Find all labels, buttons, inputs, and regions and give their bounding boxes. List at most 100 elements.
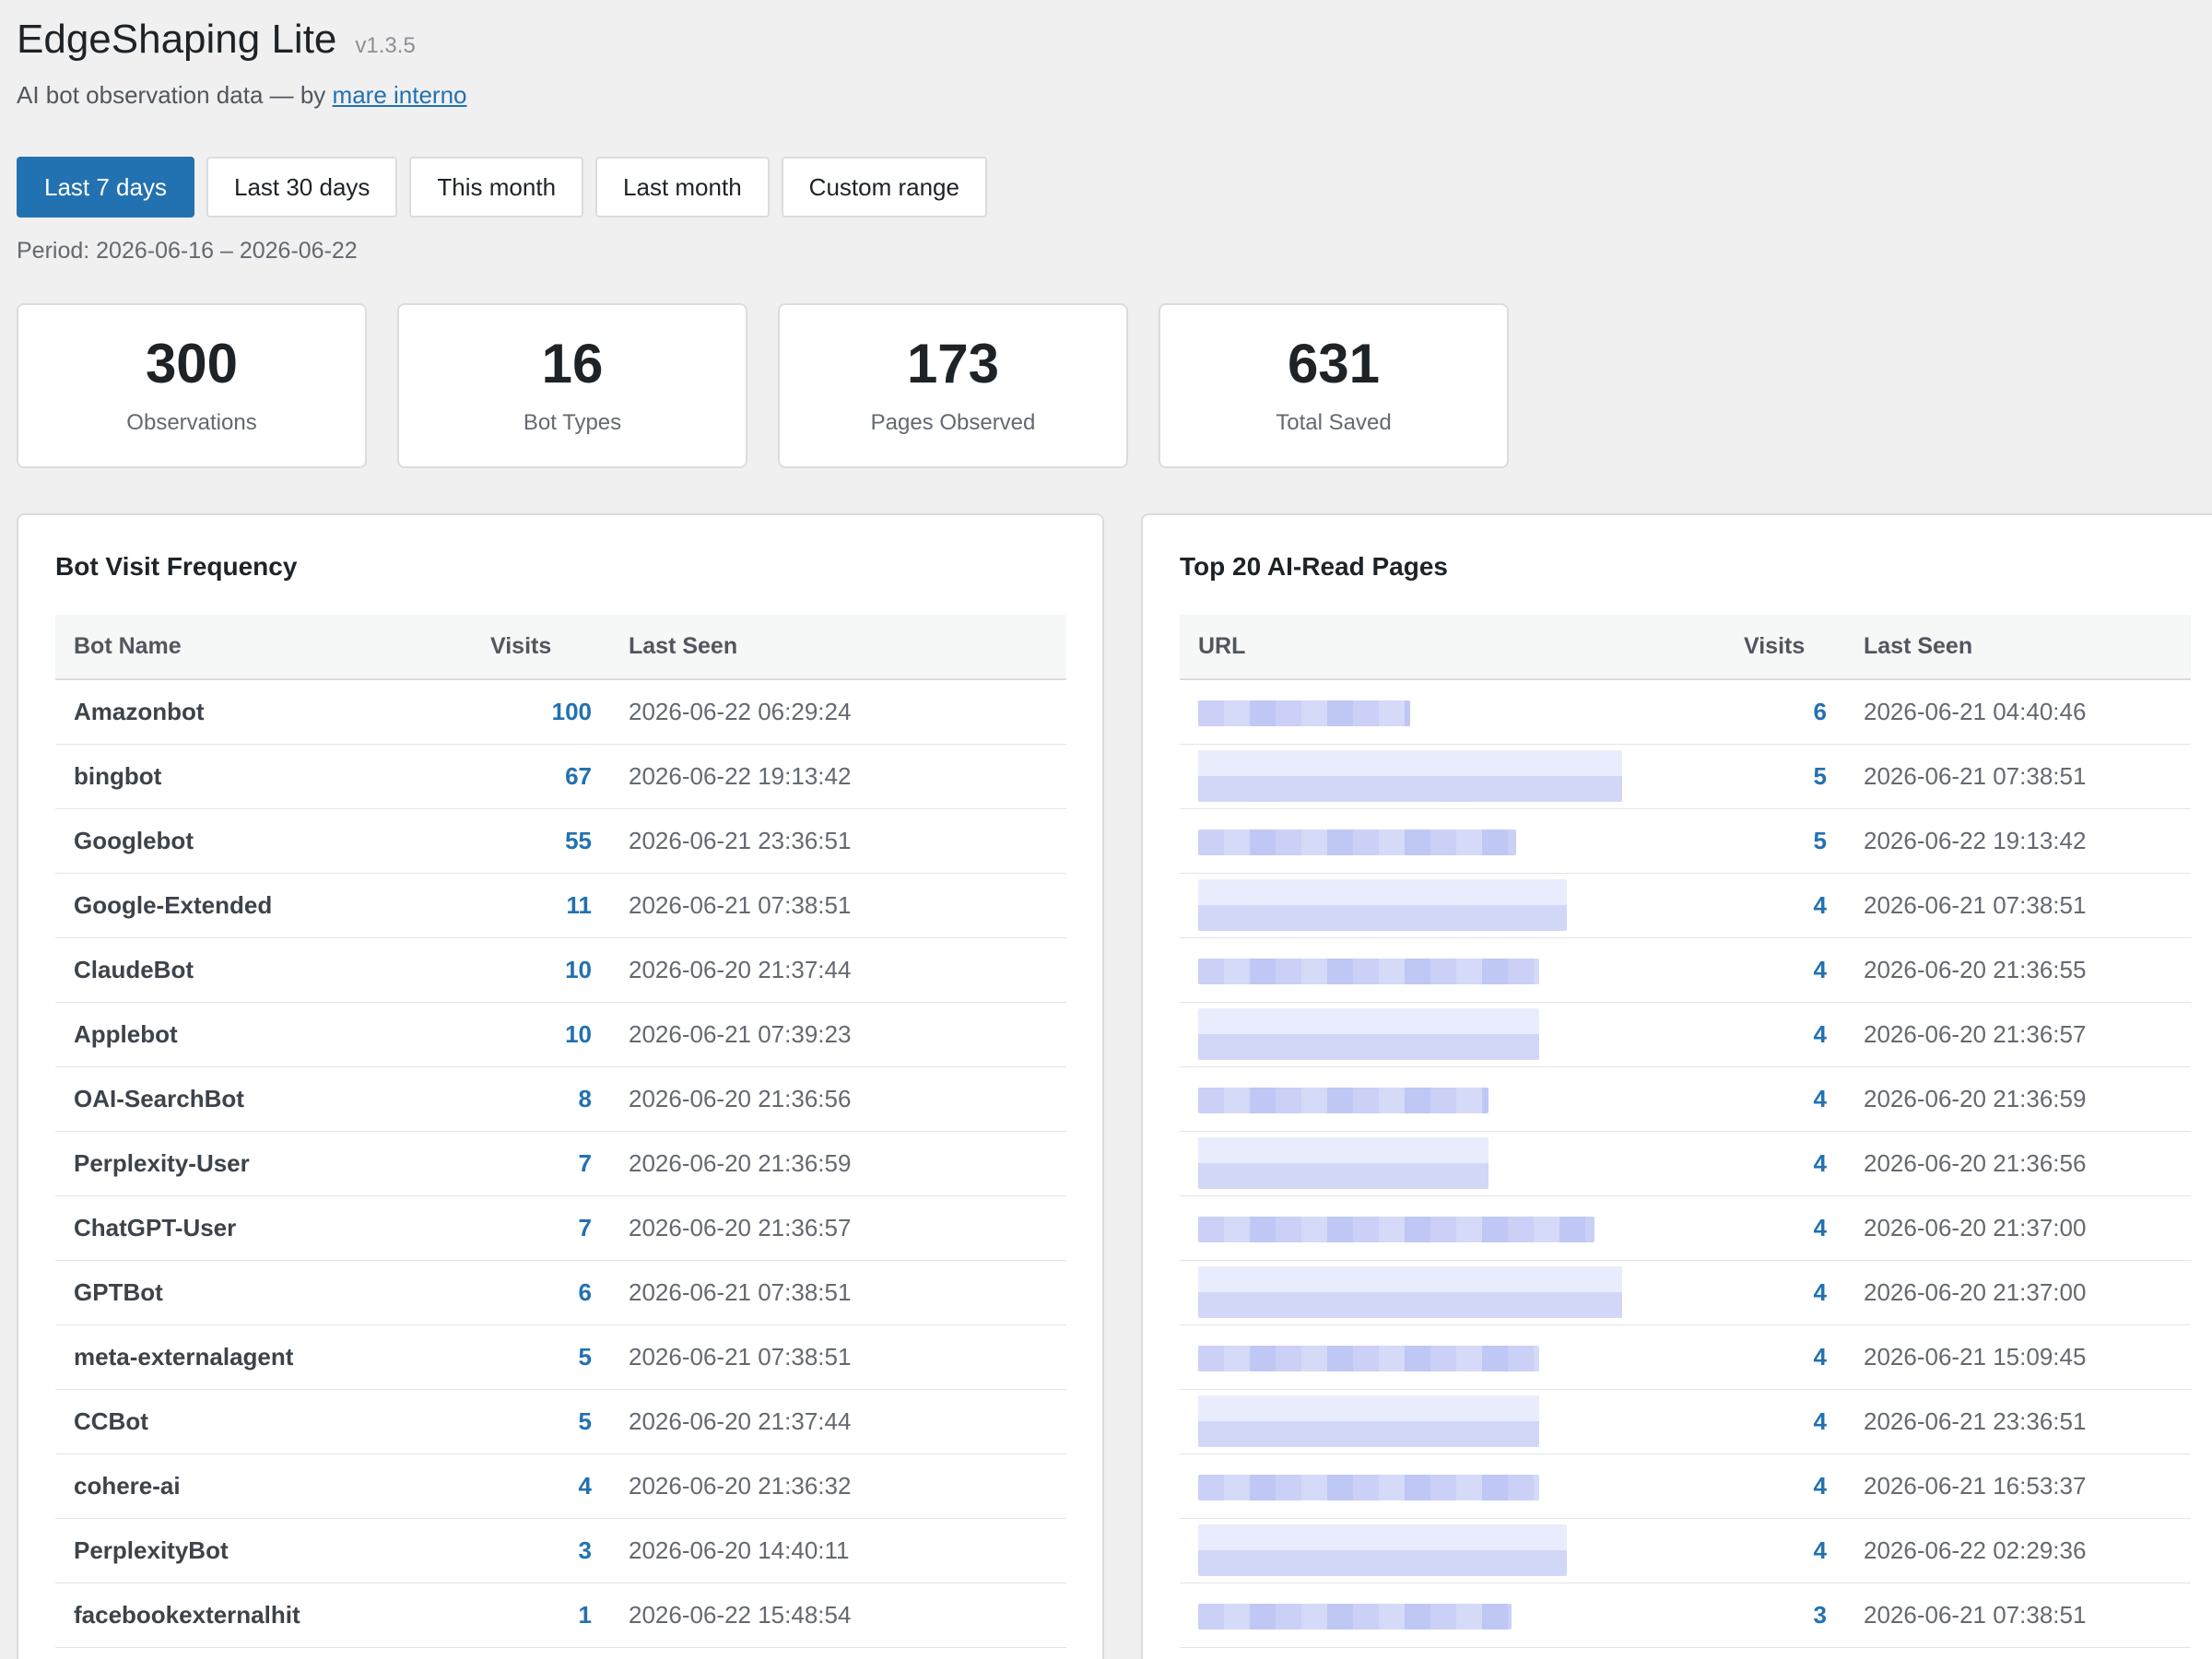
redacted-url[interactable] [1198, 1087, 1488, 1113]
table-row: facebookexternalhit 1 2026-06-22 15:48:54 [55, 1583, 1066, 1647]
url-cell[interactable] [1180, 937, 1725, 1002]
redacted-url[interactable] [1198, 700, 1410, 726]
panel-title: Top 20 AI-Read Pages [1180, 552, 1448, 581]
last-seen: 2026-06-20 21:37:00 [1864, 1213, 2087, 1241]
last-seen: 2026-06-21 07:38:51 [629, 1277, 852, 1306]
visit-count: 6 [1813, 697, 1827, 725]
table-row: GPTBot 6 2026-06-21 07:38:51 [55, 1260, 1066, 1324]
bot-name: OAI-SearchBot [74, 1084, 244, 1112]
last-seen: 2026-06-21 23:36:51 [629, 826, 852, 854]
url-cell[interactable] [1180, 873, 1725, 937]
last-seen: 2026-06-21 07:38:51 [629, 890, 852, 919]
bot-name: ChatGPT-User [74, 1213, 237, 1241]
visit-count: 3 [1813, 1600, 1827, 1629]
url-cell[interactable] [1180, 1518, 1725, 1583]
url-cell[interactable] [1180, 1389, 1725, 1453]
redacted-url[interactable] [1198, 1345, 1539, 1371]
visit-count: 5 [1813, 826, 1827, 854]
visit-count: 100 [551, 697, 592, 725]
stat-label: Bot Types [523, 409, 622, 435]
page-header: EdgeShaping Lite v1.3.5 AI bot observati… [17, 17, 467, 110]
table-row: OAI-SearchBot 8 2026-06-20 21:36:56 [55, 1066, 1066, 1131]
url-cell[interactable] [1180, 1324, 1725, 1389]
redacted-url[interactable] [1198, 750, 1622, 802]
table-row: Perplexity-User 7 2026-06-20 21:36:59 [55, 1131, 1066, 1195]
column-header-visits: Visits [490, 633, 552, 659]
tab-last-30-days[interactable]: Last 30 days [206, 157, 398, 218]
stat-value: 300 [145, 332, 239, 394]
redacted-url[interactable] [1198, 958, 1539, 984]
table-row: 5 2026-06-22 19:13:42 [1180, 808, 2191, 873]
period-label: Period: 2026-06-16 – 2026-06-22 [17, 238, 358, 264]
bot-frequency-table: Bot Name Visits Last Seen Amazonbot 100 20… [55, 615, 1066, 1648]
url-cell[interactable] [1180, 1260, 1725, 1324]
visit-count: 5 [578, 1342, 592, 1371]
visit-count: 4 [1813, 1148, 1827, 1177]
last-seen: 2026-06-21 04:40:46 [1864, 697, 2087, 725]
table-row: 5 2026-06-21 07:38:51 [1180, 744, 2191, 808]
tab-last-7-days[interactable]: Last 7 days [17, 157, 194, 218]
redacted-url[interactable] [1198, 1395, 1539, 1447]
url-cell[interactable] [1180, 1453, 1725, 1518]
table-row: 4 2026-06-21 15:09:45 [1180, 1324, 2191, 1389]
url-cell[interactable] [1180, 1583, 1725, 1647]
tab-custom-range[interactable]: Custom range [781, 157, 987, 218]
stats-row: 300 Observations 16 Bot Types 173 Pages … [17, 303, 1509, 468]
url-cell[interactable] [1180, 1195, 1725, 1260]
app-title: EdgeShaping Lite [17, 17, 337, 62]
tab-this-month[interactable]: This month [409, 157, 584, 218]
redacted-url[interactable] [1198, 1603, 1512, 1630]
top-pages-table: URL Visits Last Seen 6 2026-06-21 04:40:4… [1180, 615, 2191, 1648]
last-seen: 2026-06-20 21:37:44 [629, 1406, 852, 1435]
table-row: 4 2026-06-21 07:38:51 [1180, 873, 2191, 937]
author-link[interactable]: mare interno [333, 81, 467, 109]
column-header-last-seen: Last Seen [1864, 633, 1973, 659]
bot-frequency-panel: Bot Visit Frequency Bot Name Visits Last… [17, 513, 1104, 1659]
stat-label: Total Saved [1276, 409, 1392, 435]
bot-name: facebookexternalhit [74, 1600, 300, 1629]
redacted-url[interactable] [1198, 1008, 1539, 1060]
bot-name: cohere-ai [74, 1471, 181, 1500]
url-cell[interactable] [1180, 1002, 1725, 1066]
last-seen: 2026-06-20 21:36:59 [1864, 1084, 2087, 1112]
url-cell[interactable] [1180, 808, 1725, 873]
url-cell[interactable] [1180, 744, 1725, 808]
bot-name: CCBot [74, 1406, 148, 1435]
tab-last-month[interactable]: Last month [595, 157, 770, 218]
redacted-url[interactable] [1198, 1137, 1488, 1189]
url-cell[interactable] [1180, 1131, 1725, 1195]
subtitle-text: AI bot observation data — by [17, 81, 326, 109]
stat-card-pages-observed: 173 Pages Observed [778, 303, 1128, 468]
visit-count: 67 [565, 761, 592, 790]
visit-count: 4 [1813, 1213, 1827, 1241]
table-row: 4 2026-06-20 21:36:59 [1180, 1066, 2191, 1131]
visit-count: 5 [1813, 761, 1827, 790]
redacted-url[interactable] [1198, 1216, 1594, 1242]
visit-count: 8 [578, 1084, 592, 1112]
bot-name: meta-externalagent [74, 1342, 294, 1371]
bot-name: Google-Extended [74, 890, 273, 919]
last-seen: 2026-06-21 23:36:51 [1864, 1406, 2087, 1435]
panel-title: Bot Visit Frequency [55, 552, 298, 581]
table-row: 4 2026-06-20 21:36:55 [1180, 937, 2191, 1002]
stat-value: 16 [541, 332, 604, 394]
last-seen: 2026-06-21 07:38:51 [629, 1342, 852, 1371]
url-cell[interactable] [1180, 1066, 1725, 1131]
redacted-url[interactable] [1198, 879, 1567, 931]
table-row: 4 2026-06-20 21:36:57 [1180, 1002, 2191, 1066]
visit-count: 11 [566, 890, 593, 919]
last-seen: 2026-06-20 21:36:32 [629, 1471, 852, 1500]
last-seen: 2026-06-20 14:40:11 [629, 1535, 850, 1564]
visit-count: 4 [1813, 1535, 1827, 1564]
url-cell[interactable] [1180, 679, 1725, 744]
last-seen: 2026-06-21 07:38:51 [1864, 890, 2087, 919]
visit-count: 4 [1813, 1342, 1827, 1371]
redacted-url[interactable] [1198, 1266, 1622, 1318]
top-pages-panel: Top 20 AI-Read Pages URL Visits Last See… [1141, 513, 2212, 1659]
stat-card-observations: 300 Observations [17, 303, 367, 468]
redacted-url[interactable] [1198, 1524, 1567, 1576]
redacted-url[interactable] [1198, 1474, 1539, 1500]
last-seen: 2026-06-20 21:36:59 [629, 1148, 852, 1177]
redacted-url[interactable] [1198, 829, 1516, 855]
stat-label: Observations [126, 409, 257, 435]
